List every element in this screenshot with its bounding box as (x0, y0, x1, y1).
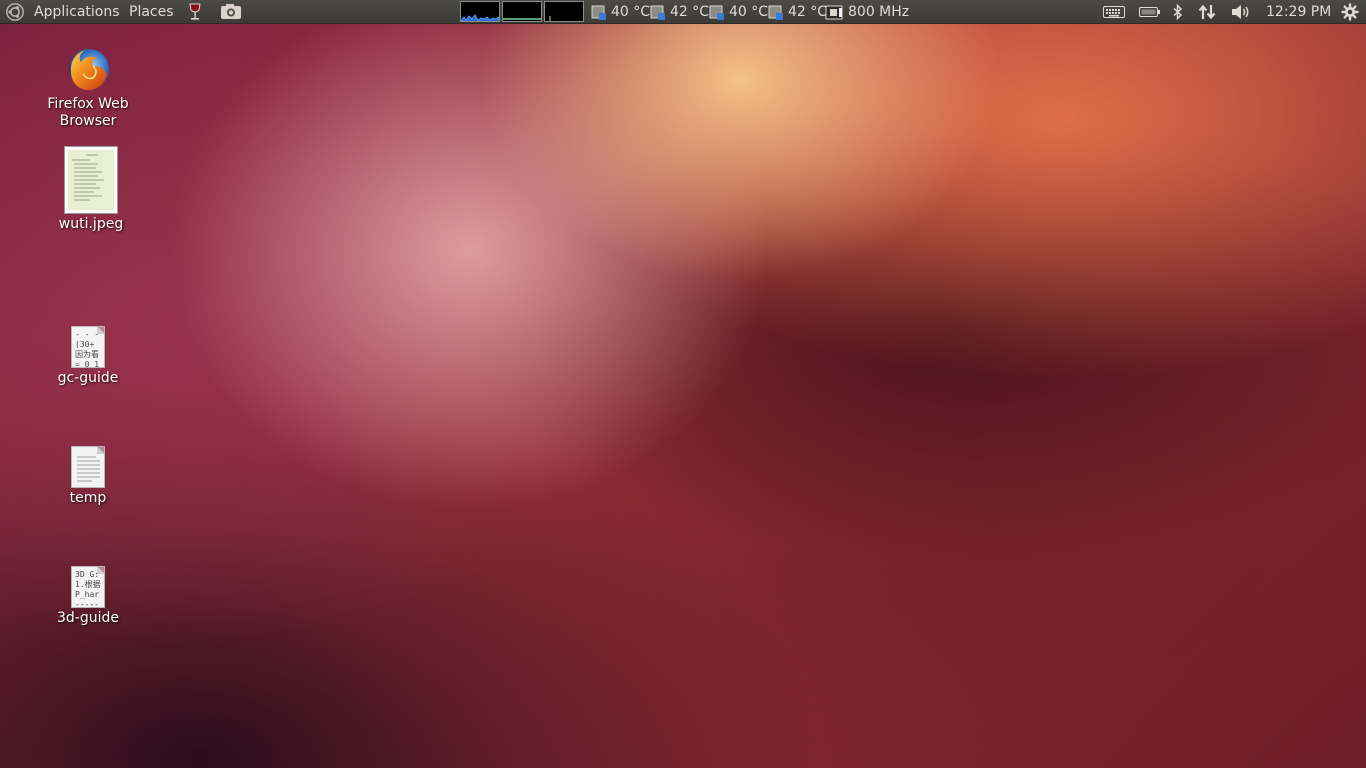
desktop-item-wuti-jpeg[interactable]: wuti.jpeg (36, 146, 146, 233)
applications-menu[interactable]: Applications (34, 0, 120, 24)
desktop-item-3d-guide[interactable]: 3D G: 1.根据 P_har ----- 3d-guide (33, 566, 143, 627)
bluetooth-icon[interactable] (1170, 0, 1186, 24)
cpu-temperature-3: 40 °C (729, 4, 769, 20)
network-arrows-icon[interactable] (1196, 0, 1218, 24)
top-panel: Applications Places 40 °C 42 °C 40 °C 42… (0, 0, 1366, 24)
desktop-item-label: gc-guide (57, 370, 119, 386)
text-document-icon: 3D G: 1.根据 P_har ----- (71, 566, 105, 608)
volume-icon[interactable] (1229, 0, 1253, 24)
cpu-load-graph[interactable] (460, 1, 500, 22)
desktop-item-firefox[interactable]: Firefox Web Browser (33, 44, 143, 130)
cpu-temperature-1: 40 °C (611, 4, 651, 20)
clock[interactable]: 12:29 PM (1266, 0, 1331, 24)
chip-icon (766, 3, 784, 21)
gear-icon[interactable] (1339, 0, 1361, 24)
chip-icon (589, 3, 607, 21)
desktop-item-label: 3d-guide (57, 610, 119, 626)
cpu-temperature-2: 42 °C (670, 4, 710, 20)
desktop-item-label: Firefox Web Browser (47, 96, 129, 129)
text-document-icon (71, 446, 105, 488)
memory-load-graph[interactable] (502, 1, 542, 22)
desktop-item-label: temp (69, 490, 107, 506)
ubuntu-logo-icon[interactable] (6, 3, 24, 21)
battery-icon[interactable] (1138, 0, 1162, 24)
keyboard-icon[interactable] (1101, 0, 1127, 24)
camera-icon[interactable] (220, 0, 242, 24)
wine-glass-icon[interactable] (186, 0, 204, 24)
cpu-frequency-icon[interactable] (825, 3, 843, 21)
desktop-item-label: wuti.jpeg (58, 216, 124, 232)
chip-icon (707, 3, 725, 21)
cpu-temperature-4: 42 °C (788, 4, 828, 20)
image-thumbnail-icon (64, 146, 118, 214)
firefox-icon (69, 49, 109, 90)
desktop-item-temp[interactable]: temp (33, 446, 143, 507)
network-load-graph[interactable] (544, 1, 584, 22)
text-document-icon: - - - - (30+ 因为看 = 0 1 , (71, 326, 105, 368)
desktop-item-gc-guide[interactable]: - - - - (30+ 因为看 = 0 1 , gc-guide (33, 326, 143, 387)
chip-icon (648, 3, 666, 21)
places-menu[interactable]: Places (129, 0, 174, 24)
cpu-frequency-label: 800 MHz (848, 4, 910, 20)
